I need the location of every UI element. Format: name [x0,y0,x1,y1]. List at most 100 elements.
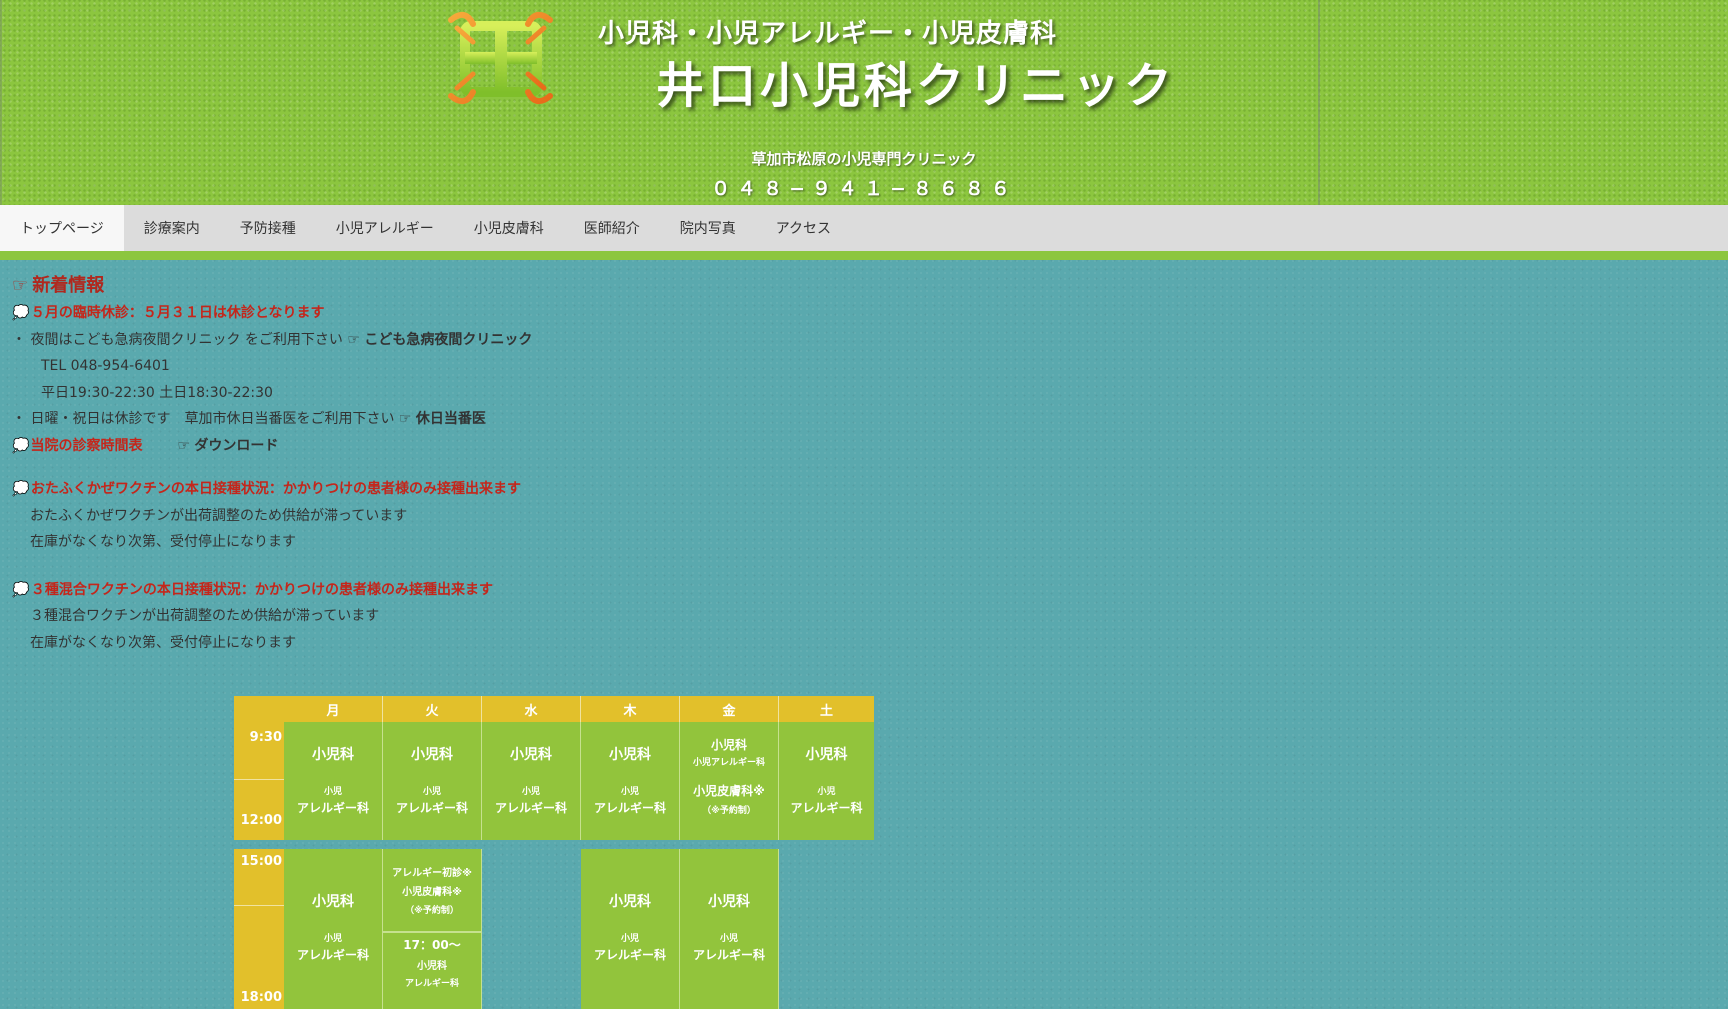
news-section: ☞ 新着情報 💭 ５月の臨時休診：５月３１日は休診となります ・ 夜間はこども急… [12,272,912,656]
dpt-line-2: 在庫がなくなり次第、受付停止になります [30,634,296,651]
morning-sat: 小児科 小児 アレルギー科 [779,722,874,840]
nav-item-photos[interactable]: 院内写真 [660,205,756,251]
cell-allergy-small: 小児 [422,787,441,797]
hand-pointer-icon: ☞ [12,275,29,296]
tue-split-line [383,931,481,933]
news-heading-text: 新着情報 [32,275,105,296]
time-separator [234,779,284,780]
mumps-line-2: 在庫がなくなり次第、受付停止になります [30,534,296,550]
night-clinic-link[interactable]: こども急病夜間クリニック [364,332,532,348]
cell-allergy-small: 小児 [620,787,639,797]
mumps-line-1: おたふくかぜワクチンが出荷調整のため供給が滞っています [30,507,408,524]
time-1500: 15:00 [240,854,282,869]
closure-notice: 💭 ５月の臨時休診：５月３１日は休診となります [12,300,912,327]
clinic-name[interactable]: 井口小児科クリニック [656,46,1176,116]
nav-item-allergy[interactable]: 小児アレルギー [316,205,454,251]
nav-item-doctor[interactable]: 医師紹介 [564,205,660,251]
schedule-download-line: 💭 当院の診察時間表 ☞ ダウンロード [12,433,912,460]
fri-reservation-note: （※予約制） [702,806,756,816]
clinic-phone[interactable]: ０４８−９４１−８６８６ [0,174,1728,201]
morning-thu: 小児科 小児 アレルギー科 [581,722,680,840]
afternoon-block: 15:00 18:00 小児科 小児 アレルギー科 アレルギー初診※ 小児皮膚科… [234,849,779,1009]
time-separator [234,905,284,906]
cell-allergy-small: 小児 [323,934,342,944]
tue-evening-pediatrics: 小児科 [417,961,447,972]
speech-bubble-icon: 💭 [12,481,30,497]
cell-pediatrics: 小児科 [510,747,552,763]
cell-pediatrics: 小児科 [609,747,651,763]
cell-allergy-small: 小児 [817,787,836,797]
day-header-fri: 金 [680,696,779,722]
hand-pointer-icon: ☞ [177,437,190,454]
nav-item-top[interactable]: トップページ [0,205,124,251]
mumps-title-text: おたふくかぜワクチンの本日接種状況：かかりつけの患者様のみ接種出来ます [30,481,522,497]
morning-fri: 小児科 小児アレルギー科 小児皮膚科※ （※予約制） [680,722,779,840]
cell-pediatrics: 小児科 [411,747,453,763]
day-header-thu: 木 [581,696,680,722]
main-nav: トップページ 診療案内 予防接種 小児アレルギー 小児皮膚科 医師紹介 院内写真… [0,205,1728,251]
time-1200: 12:00 [240,813,282,828]
cell-pediatrics: 小児科 [805,747,848,763]
cell-allergy-small: 小児 [719,934,738,944]
nav-item-guide[interactable]: 診療案内 [124,205,220,251]
morning-wed: 小児科 小児 アレルギー科 [482,722,581,840]
cell-allergy-small: 小児 [323,787,342,797]
holiday-link[interactable]: 休日当番医 [416,411,486,427]
fri-dermatology: 小児皮膚科※ [693,784,765,798]
nav-item-dermatology[interactable]: 小児皮膚科 [454,205,564,251]
download-link[interactable]: ダウンロード [194,438,278,454]
morning-time-column: 9:30 12:00 [234,722,284,840]
afternoon-mon: 小児科 小児 アレルギー科 [284,849,383,1009]
hand-pointer-icon: ☞ [398,411,412,427]
news-heading: ☞ 新着情報 [12,272,912,300]
morning-mon: 小児科 小児 アレルギー科 [284,722,383,840]
day-header-sat: 土 [779,696,874,722]
cell-allergy: アレルギー科 [494,801,567,815]
closure-notice-text: ５月の臨時休診：５月３１日は休診となります [30,305,325,321]
day-header-mon: 月 [284,696,383,722]
cell-allergy: アレルギー科 [395,801,468,815]
mumps-title: 💭 おたふくかぜワクチンの本日接種状況：かかりつけの患者様のみ接種出来ます [12,476,912,503]
tue-allergy-first: アレルギー初診※ [392,868,472,879]
tue-dermatology: 小児皮膚科※ [402,887,462,898]
afternoon-tue: アレルギー初診※ 小児皮膚科※ （※予約制） 17：00〜 小児科 アレルギー科 [383,849,482,1009]
afternoon-thu: 小児科 小児 アレルギー科 [581,849,680,1009]
cell-allergy-small: 小児 [521,787,540,797]
cell-pediatrics: 小児科 [609,894,651,910]
afternoon-time-column: 15:00 18:00 [234,849,284,1009]
bullet-dot-icon: ・ [12,411,26,427]
holiday-text: 日曜・祝日は休診です 草加市休日当番医をご利用下さい [30,411,395,427]
morning-tue: 小児科 小児 アレルギー科 [383,722,482,840]
night-clinic-hours: 平日19:30-22:30 土日18:30-22:30 [41,384,273,401]
cell-pediatrics: 小児科 [708,894,750,910]
dpt-line-1: ３種混合ワクチンが出荷調整のため供給が滞っています [30,608,380,624]
nav-item-vaccination[interactable]: 予防接種 [220,205,316,251]
time-0930: 9:30 [249,730,282,745]
cell-allergy: アレルギー科 [593,948,666,962]
cell-allergy: アレルギー科 [593,801,666,815]
tue-evening-allergy: アレルギー科 [404,979,459,989]
afternoon-fri: 小児科 小児 アレルギー科 [680,849,779,1009]
cell-allergy: アレルギー科 [790,801,863,815]
clinic-tagline: 草加市松原の小児専門クリニック [751,150,977,168]
night-clinic-tel: TEL 048-954-6401 [41,358,170,374]
tue-reservation-note: （※予約制） [405,906,459,916]
fri-allergy: 小児アレルギー科 [692,758,765,768]
bullet-dot-icon: ・ [12,331,26,348]
day-header-wed: 水 [482,696,581,722]
hand-pointer-icon: ☞ [347,331,360,348]
morning-block: 月 火 水 木 金 土 9:30 12:00 小児科 小児 アレルギー科 小児科… [234,696,874,840]
clinic-subtitle: 小児科・小児アレルギー・小児皮膚科 [598,19,1058,49]
night-clinic-line: ・ 夜間はこども急病夜間クリニック をご利用下さい ☞ こども急病夜間クリニック [12,327,912,354]
cell-allergy-small: 小児 [620,934,639,944]
cell-pediatrics: 小児科 [312,747,354,763]
clinic-logo-icon[interactable] [443,6,558,110]
tue-evening-time: 17：00〜 [403,938,461,952]
holiday-line: ・ 日曜・祝日は休診です 草加市休日当番医をご利用下さい ☞ 休日当番医 [12,406,912,433]
nav-item-access[interactable]: アクセス [756,205,851,251]
site-header: 小児科・小児アレルギー・小児皮膚科 井口小児科クリニック 草加市松原の小児専門ク… [0,0,1728,205]
schedule-label: 当院の診察時間表 [30,437,143,454]
cell-allergy: アレルギー科 [692,948,765,962]
header-corner [234,696,285,722]
time-1800: 18:00 [240,990,282,1005]
